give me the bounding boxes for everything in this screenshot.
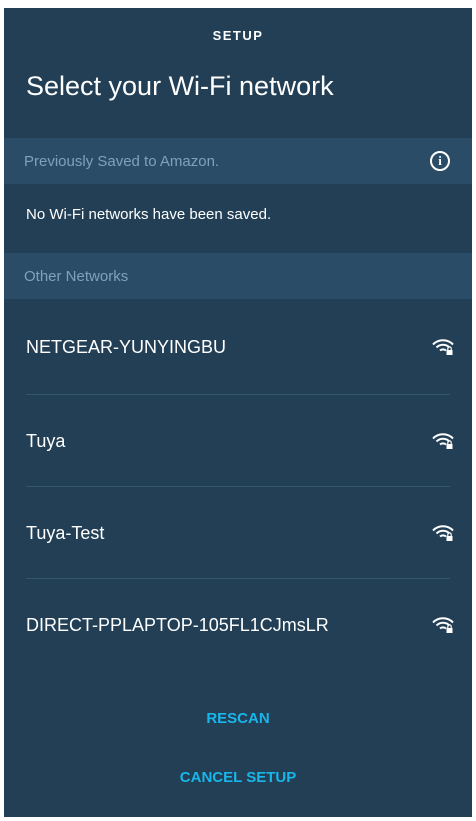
actions-area: RESCAN CANCEL SETUP: [4, 698, 472, 786]
other-networks-label: Other Networks: [24, 267, 129, 285]
network-ssid: NETGEAR-YUNYINGBU: [26, 336, 227, 357]
network-list: NETGEAR-YUNYINGBU Tuya Tuya-Test DIRECT-…: [4, 299, 472, 671]
network-item[interactable]: Tuya-Test: [4, 487, 472, 579]
no-saved-networks-message: No Wi-Fi networks have been saved.: [26, 206, 272, 223]
cancel-setup-button[interactable]: CANCEL SETUP: [180, 769, 296, 786]
other-networks-header: Other Networks: [4, 253, 472, 299]
setup-header: SETUP: [4, 8, 472, 62]
wifi-lock-icon: [432, 524, 454, 542]
network-ssid: Tuya-Test: [26, 522, 105, 543]
network-item[interactable]: DIRECT-PPLAPTOP-105FL1CJmsLR: [4, 579, 472, 671]
rescan-button[interactable]: RESCAN: [206, 710, 269, 727]
network-item[interactable]: NETGEAR-YUNYINGBU: [4, 299, 472, 395]
network-ssid: Tuya: [26, 430, 66, 451]
setup-screen: SETUP Select your Wi-Fi network Previous…: [4, 8, 472, 817]
wifi-lock-icon: [432, 432, 454, 450]
network-ssid: DIRECT-PPLAPTOP-105FL1CJmsLR: [26, 614, 329, 635]
saved-networks-header: Previously Saved to Amazon. i: [4, 138, 472, 184]
info-icon[interactable]: i: [430, 151, 450, 171]
wifi-lock-icon: [432, 616, 454, 634]
saved-networks-label: Previously Saved to Amazon.: [24, 152, 220, 170]
header-title: SETUP: [212, 27, 264, 43]
wifi-lock-icon: [432, 338, 454, 356]
page-title: Select your Wi-Fi network: [26, 71, 334, 101]
network-item[interactable]: Tuya: [4, 395, 472, 487]
